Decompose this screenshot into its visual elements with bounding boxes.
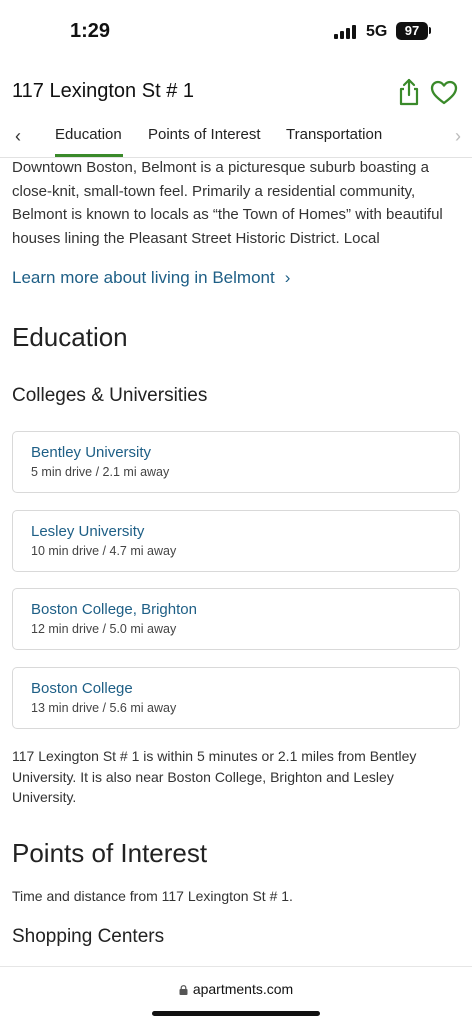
chevron-right-icon: › — [284, 268, 291, 287]
education-heading: Education — [12, 322, 128, 352]
favorite-button[interactable] — [430, 80, 458, 106]
tab-points-of-interest[interactable]: Points of Interest — [148, 126, 261, 158]
share-button[interactable] — [396, 78, 422, 106]
share-icon — [399, 78, 419, 106]
school-card[interactable]: Boston College, Brighton 12 min drive / … — [12, 588, 460, 650]
neighborhood-description: Downtown Boston, Belmont is a picturesqu… — [12, 159, 443, 247]
network-type: 5G — [366, 23, 388, 40]
url-text: apartments.com — [192, 981, 294, 997]
shopping-centers-heading: Shopping Centers — [12, 926, 165, 947]
browser-url-bar[interactable]: apartments.com — [0, 966, 472, 1024]
school-name: Bentley University — [31, 444, 152, 461]
school-name: Boston College — [31, 680, 133, 697]
school-name: Boston College, Brighton — [31, 601, 197, 618]
points-of-interest-description: Time and distance from 117 Lexington St … — [12, 888, 293, 904]
learn-more-link[interactable]: Learn more about living in Belmont › — [12, 268, 290, 288]
learn-more-label: Learn more about living in Belmont — [12, 268, 275, 287]
section-tabs: ‹ Education Points of Interest Transport… — [0, 118, 472, 158]
cellular-signal-icon — [334, 25, 358, 39]
lock-icon — [179, 985, 188, 995]
points-of-interest-heading: Points of Interest — [12, 838, 208, 868]
school-distance: 12 min drive / 5.0 mi away — [31, 622, 177, 636]
school-distance: 10 min drive / 4.7 mi away — [31, 544, 177, 558]
url-display[interactable]: apartments.com — [0, 981, 472, 997]
school-distance: 5 min drive / 2.1 mi away — [31, 465, 170, 479]
status-bar: 1:29 5G 97 — [0, 0, 472, 64]
school-card[interactable]: Boston College 13 min drive / 5.6 mi awa… — [12, 667, 460, 729]
education-summary: 117 Lexington St # 1 is within 5 minutes… — [12, 748, 417, 805]
battery-tip — [429, 27, 431, 34]
tabs-scroll-right-icon[interactable]: › — [448, 126, 468, 150]
heart-icon — [430, 80, 458, 105]
page-title: 117 Lexington St # 1 — [12, 80, 194, 102]
tabs-scroll-left-icon[interactable]: ‹ — [8, 126, 28, 150]
school-name: Lesley University — [31, 523, 145, 540]
school-card[interactable]: Bentley University 5 min drive / 2.1 mi … — [12, 431, 460, 493]
school-card[interactable]: Lesley University 10 min drive / 4.7 mi … — [12, 510, 460, 572]
home-indicator[interactable] — [152, 1011, 320, 1016]
tab-transportation[interactable]: Transportation — [286, 126, 382, 158]
property-header: 117 Lexington St # 1 — [0, 70, 472, 116]
school-distance: 13 min drive / 5.6 mi away — [31, 701, 177, 715]
colleges-heading: Colleges & Universities — [12, 385, 208, 406]
status-time: 1:29 — [70, 20, 111, 42]
battery-icon: 97 — [396, 22, 428, 40]
